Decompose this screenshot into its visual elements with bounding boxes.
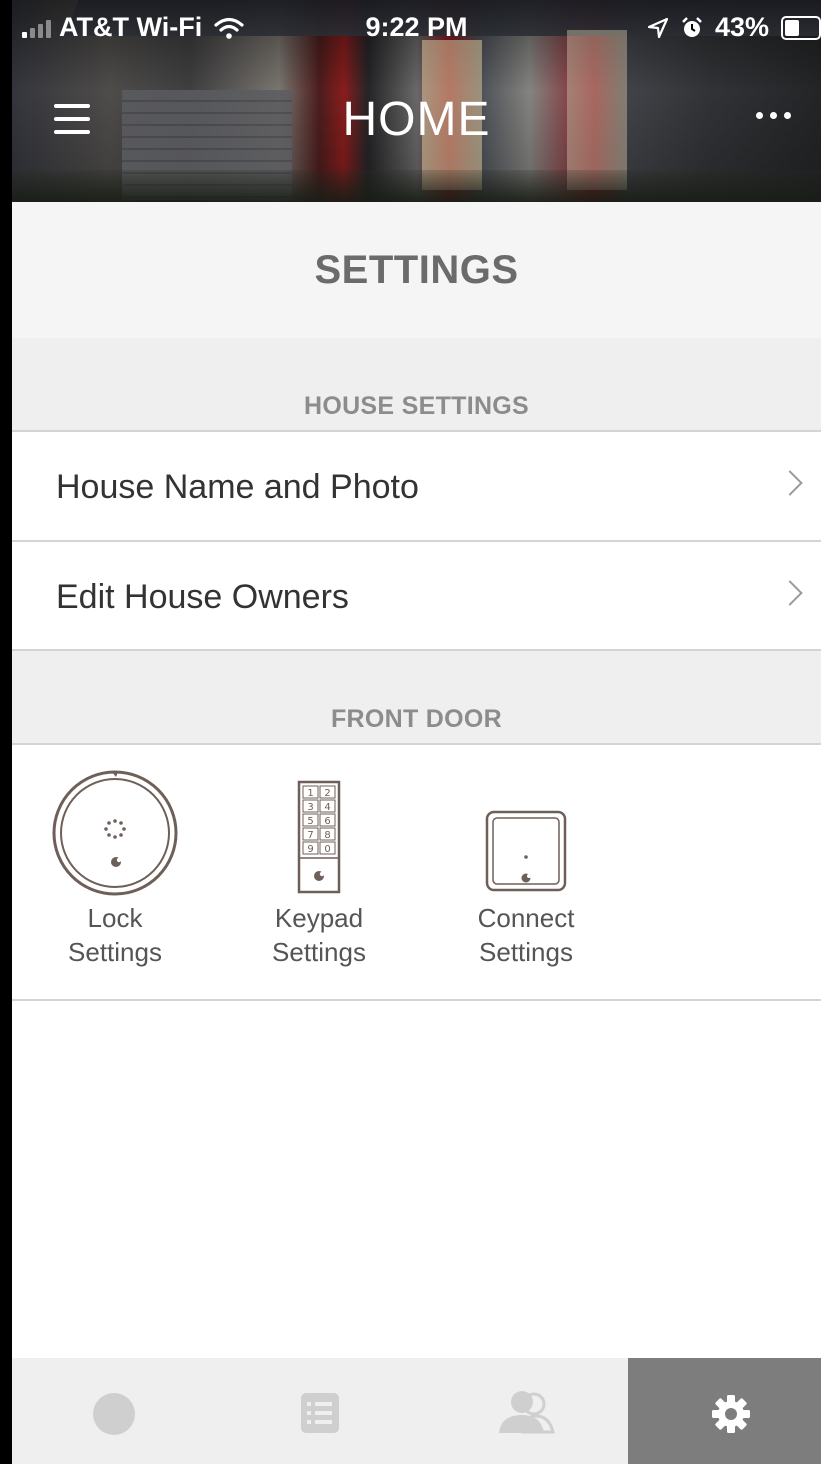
connect-device-icon <box>485 810 567 892</box>
header-title: HOME <box>342 93 491 146</box>
activity-list-icon <box>301 1393 339 1433</box>
bottom-tab-bar <box>12 1358 821 1464</box>
lock-settings-label-1: Lock <box>87 903 143 933</box>
keypad-key: 8 <box>324 830 330 841</box>
front-door-label: FRONT DOOR <box>330 705 503 733</box>
more-icon[interactable] <box>756 112 791 119</box>
keypad-key: 1 <box>307 788 313 799</box>
keypad-key: 3 <box>307 802 313 813</box>
connect-settings-label-2: Settings <box>479 937 573 967</box>
alarm-icon <box>682 16 702 37</box>
tab-lock[interactable] <box>12 1358 217 1464</box>
keypad-key: 4 <box>324 802 330 813</box>
house-settings-label: HOUSE SETTINGS <box>303 392 530 420</box>
chevron-right-icon <box>777 580 803 606</box>
lock-settings-label-2: Settings <box>68 937 162 967</box>
keypad-key: 6 <box>324 816 330 827</box>
keypad-device-icon: 1 2 3 4 5 6 7 8 9 0 <box>297 780 341 894</box>
keypad-settings-label-2: Settings <box>272 937 366 967</box>
status-bar: AT&T Wi-Fi 9:22 PM 43% <box>12 0 821 56</box>
gear-icon <box>712 1395 750 1433</box>
lock-status-icon <box>93 1393 135 1435</box>
tab-activity[interactable] <box>217 1358 423 1464</box>
keypad-key: 2 <box>324 788 330 799</box>
keypad-key: 0 <box>324 844 330 855</box>
lock-device-icon <box>52 770 178 896</box>
lock-settings-button[interactable]: Lock Settings <box>30 760 200 966</box>
keypad-settings-label-1: Keypad <box>274 903 364 933</box>
tab-settings[interactable] <box>628 1358 821 1464</box>
page-title: SETTINGS <box>314 248 519 292</box>
connect-settings-label-1: Connect <box>477 903 575 933</box>
keypad-key: 9 <box>307 844 313 855</box>
battery-icon <box>781 15 821 40</box>
row-label: House Name and Photo <box>56 468 419 506</box>
keypad-key: 7 <box>307 830 313 841</box>
battery-percent: 43% <box>714 12 769 42</box>
app-screen: AT&T Wi-Fi 9:22 PM 43% HOME SETTINGS HOU… <box>12 0 821 1464</box>
house-name-photo-row[interactable]: House Name and Photo <box>12 432 821 540</box>
keypad-key: 5 <box>307 816 313 827</box>
chevron-right-icon <box>777 470 803 496</box>
guests-icon <box>499 1391 555 1434</box>
keypad-settings-button[interactable]: 1 2 3 4 5 6 7 8 9 0 Keypad Settings <box>234 760 404 966</box>
row-label: Edit House Owners <box>56 578 349 616</box>
location-icon <box>647 17 669 38</box>
edit-house-owners-row[interactable]: Edit House Owners <box>12 542 821 650</box>
connect-settings-button[interactable]: Connect Settings <box>441 760 611 966</box>
tab-guests[interactable] <box>423 1358 628 1464</box>
